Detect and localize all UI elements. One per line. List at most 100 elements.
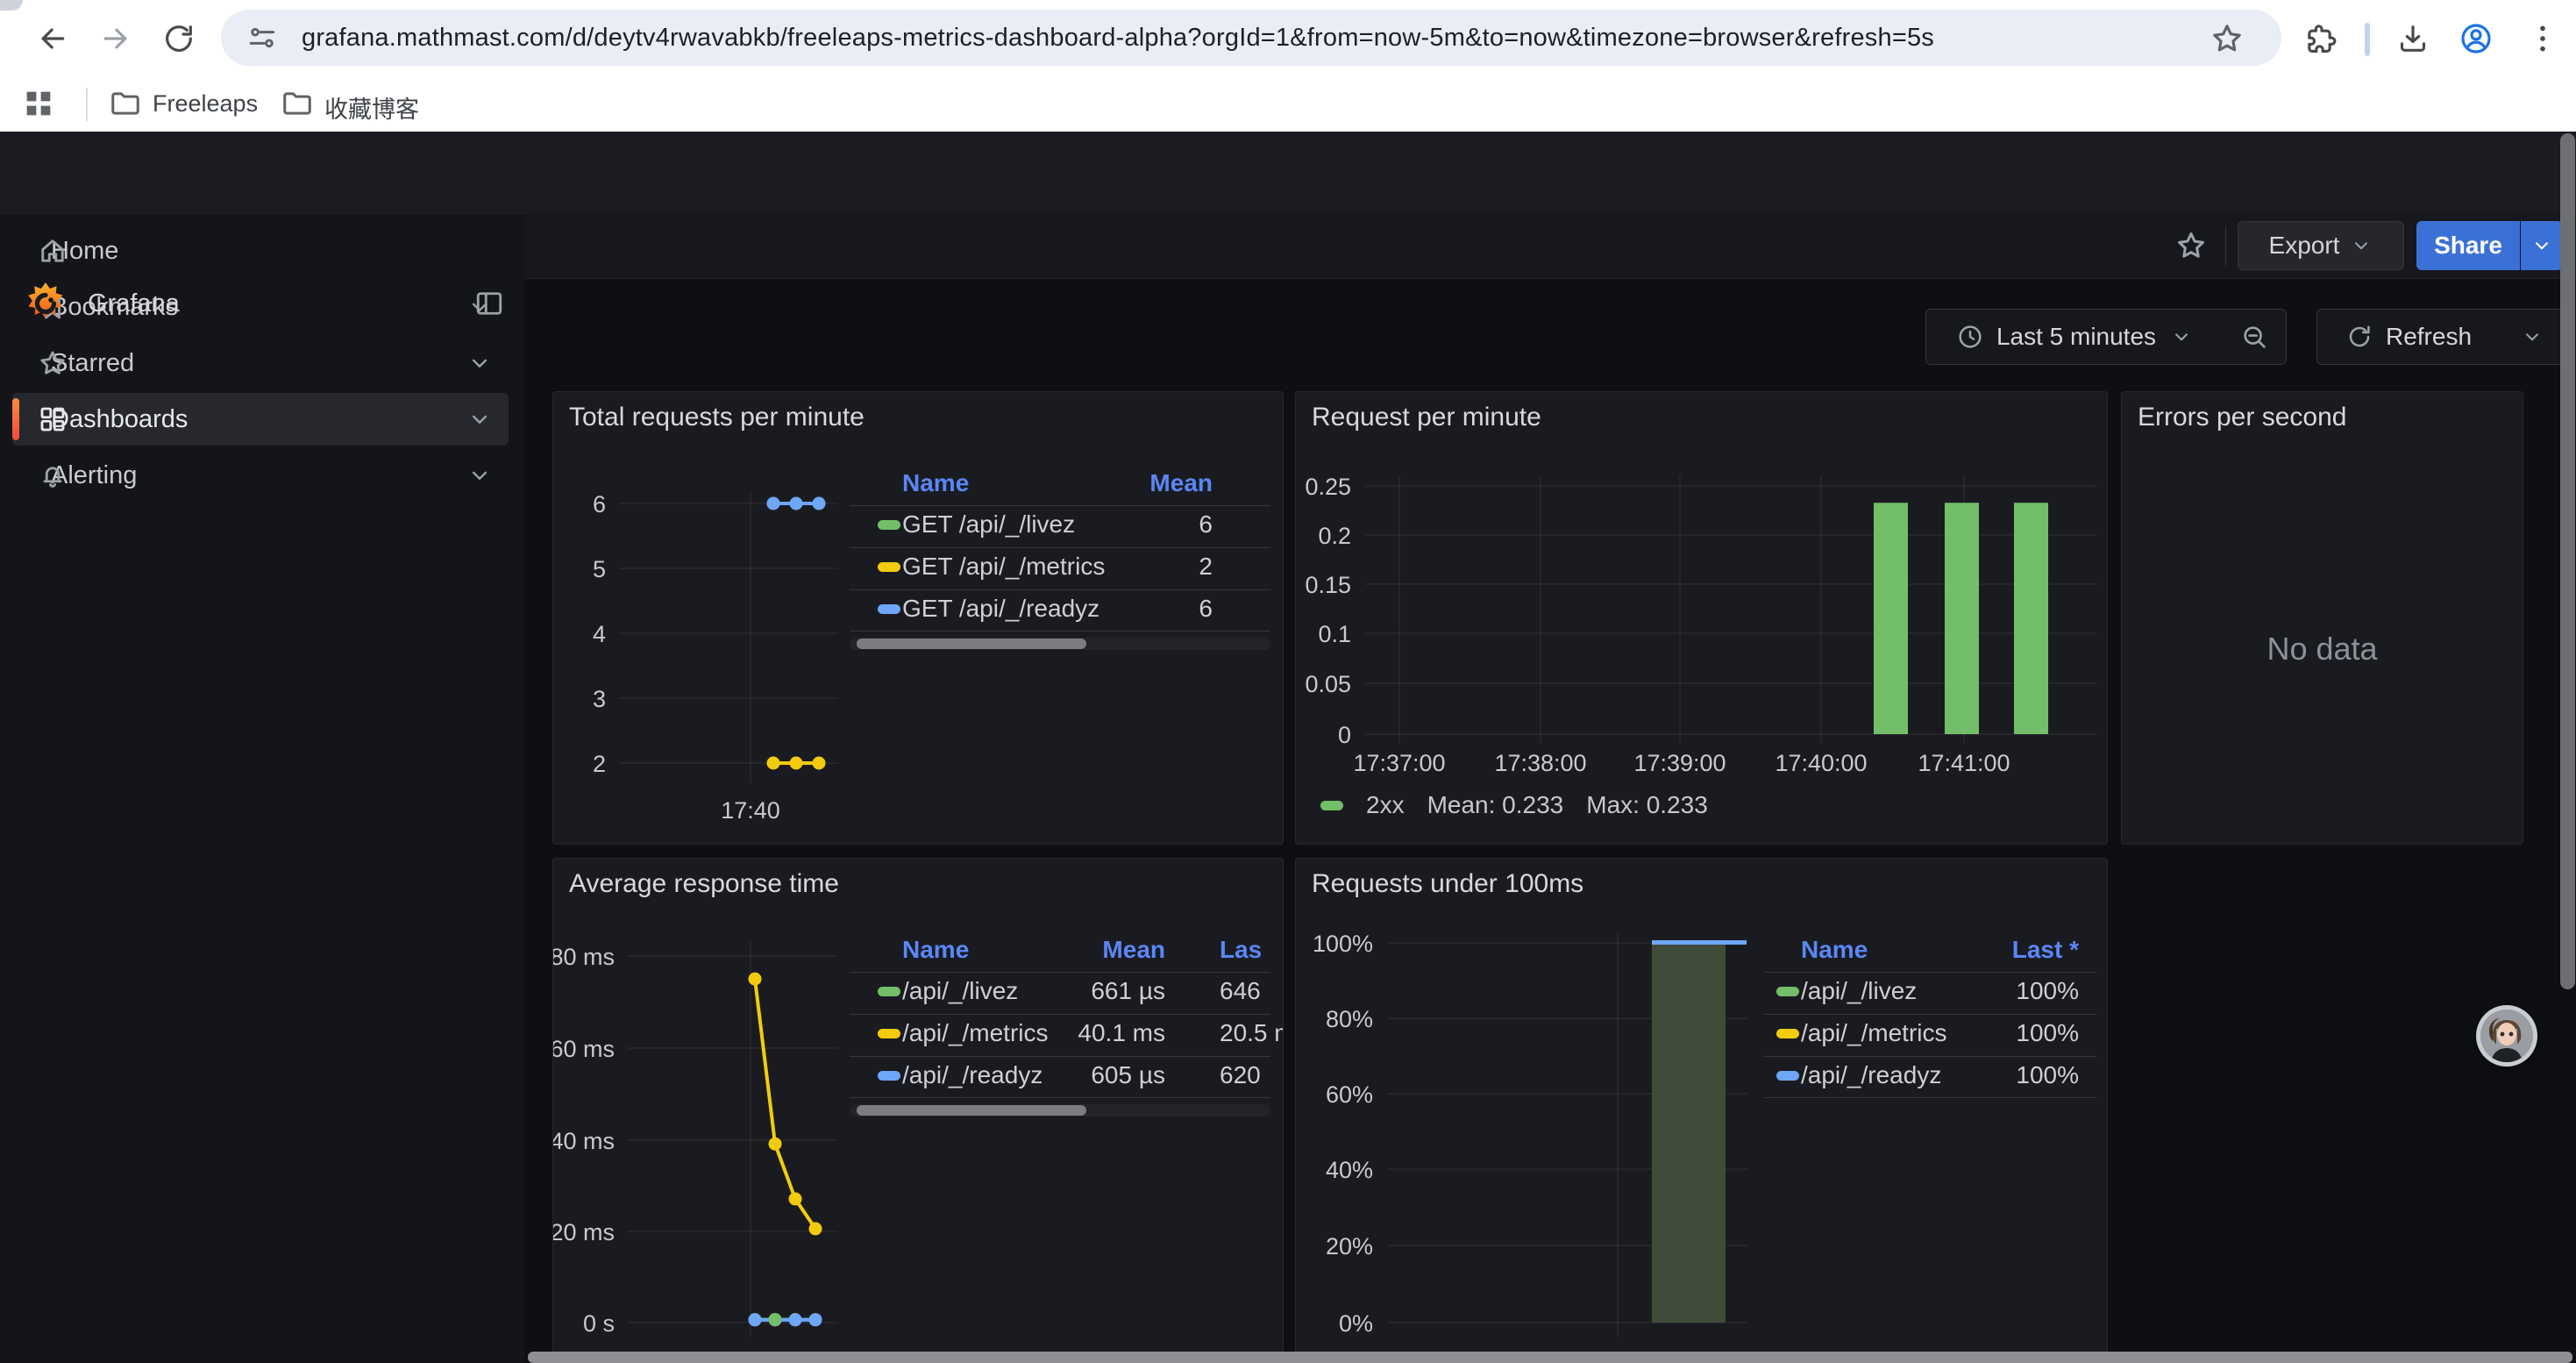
chevron-down-icon	[2350, 234, 2373, 257]
sidebar-item-label: Dashboards	[51, 405, 188, 434]
legend-column-header[interactable]: Name	[1801, 936, 1868, 964]
legend-series-name[interactable]: /api/_/livez	[902, 977, 1018, 1005]
legend-series-name[interactable]: /api/_/readyz	[1801, 1061, 1941, 1089]
panel-errors-per-second[interactable]: Errors per second No data	[2121, 391, 2523, 845]
svg-text:0.2: 0.2	[1318, 523, 1351, 549]
bookmarks-bar: Freeleaps 收藏博客	[0, 77, 2576, 132]
legend-series-mean: 40.1 ms	[1078, 1019, 1165, 1047]
chevron-down-icon[interactable]	[466, 350, 493, 376]
sidebar-collapse-icon[interactable]	[473, 288, 505, 319]
legend-item-2xx[interactable]: 2xx Mean: 0.233 Max: 0.233	[1320, 791, 1708, 819]
legend-separator	[850, 1097, 1270, 1098]
reload-icon[interactable]	[161, 21, 196, 56]
horizontal-scrollbar[interactable]	[528, 1352, 2572, 1363]
series-color-pill[interactable]	[1776, 987, 1799, 996]
legend-column-header[interactable]: Mean	[1149, 469, 1213, 497]
vertical-scrollbar[interactable]	[2560, 133, 2575, 989]
sidebar-item-home[interactable]: Home	[12, 225, 509, 277]
series-color-pill	[1320, 801, 1343, 810]
request-per-minute-plot: 0.250.20.150.10.05017:37:0017:38:0017:39…	[1296, 392, 2108, 845]
share-menu-button[interactable]	[2521, 221, 2563, 270]
chevron-down-icon[interactable]	[466, 406, 493, 432]
panel-request-per-minute[interactable]: Request per minute 0.250.20.150.10.05017…	[1295, 391, 2108, 845]
grafana-logo[interactable]	[23, 279, 68, 332]
sidebar-item-dashboards[interactable]: Dashboards	[12, 393, 509, 446]
svg-text:60 ms: 60 ms	[553, 1036, 615, 1062]
bookmark-star-icon[interactable]	[2210, 21, 2245, 56]
series-mean: Mean: 0.233	[1427, 791, 1564, 819]
legend-scrollbar-thumb[interactable]	[857, 1105, 1086, 1116]
pinned-extension-indicator	[2365, 23, 2370, 56]
chevron-down-icon	[2521, 325, 2544, 348]
download-icon[interactable]	[2395, 21, 2430, 56]
legend-series-name[interactable]: /api/_/metrics	[1801, 1019, 1947, 1047]
floating-assistant-avatar[interactable]	[2476, 1005, 2537, 1067]
legend-column-header[interactable]: Name	[902, 936, 969, 964]
url-text[interactable]: grafana.mathmast.com/d/deytv4rwavabkb/fr…	[302, 24, 1934, 53]
forward-icon[interactable]	[98, 21, 133, 56]
svg-text:5: 5	[593, 556, 606, 582]
site-info-icon[interactable]	[246, 21, 279, 54]
zoom-out-button[interactable]	[2223, 309, 2287, 365]
legend-separator	[1763, 1056, 2096, 1057]
legend-separator	[850, 1014, 1270, 1015]
sidebar-item-starred[interactable]: Starred	[12, 337, 509, 389]
panel-average-response-time[interactable]: Average response time 80 ms60 ms40 ms20 …	[552, 858, 1284, 1363]
svg-text:40 ms: 40 ms	[553, 1128, 615, 1154]
share-button[interactable]: Share	[2416, 221, 2520, 270]
chevron-down-icon[interactable]	[466, 462, 493, 489]
legend-series-mean: 2	[1199, 553, 1213, 581]
browser-toolbar: grafana.mathmast.com/d/deytv4rwavabkb/fr…	[0, 0, 2576, 132]
series-max: Max: 0.233	[1586, 791, 1708, 819]
svg-text:80 ms: 80 ms	[553, 944, 615, 970]
bookmark-folder-freeleaps[interactable]: Freeleaps	[153, 90, 258, 118]
refresh-button[interactable]: Refresh	[2316, 309, 2501, 365]
favorite-star-icon[interactable]	[2174, 229, 2208, 262]
legend-column-header[interactable]: Name	[902, 469, 969, 497]
bookmark-folder-blogs[interactable]: 收藏博客	[324, 90, 419, 125]
legend-separator	[1763, 972, 2096, 973]
series-color-pill[interactable]	[878, 520, 900, 530]
selected-accent-bar	[12, 398, 19, 440]
dashboard-actions-bar: Export Share	[524, 213, 2576, 279]
apps-grid-icon[interactable]	[21, 86, 56, 121]
svg-text:60%: 60%	[1326, 1081, 1373, 1108]
series-color-pill[interactable]	[878, 1071, 900, 1081]
legend-series-last: 646	[1220, 977, 1261, 1005]
profile-icon[interactable]	[2459, 21, 2494, 56]
sidebar-item-alerting[interactable]: Alerting	[12, 449, 509, 502]
legend-series-mean: 6	[1199, 510, 1213, 539]
export-button[interactable]: Export	[2238, 221, 2404, 270]
apps-icon	[37, 403, 68, 435]
series-color-pill[interactable]	[1776, 1071, 1799, 1081]
legend-series-name[interactable]: /api/_/readyz	[902, 1061, 1042, 1089]
refresh-interval-button[interactable]	[2500, 309, 2565, 365]
series-color-pill[interactable]	[878, 562, 900, 572]
legend-scrollbar-thumb[interactable]	[857, 639, 1086, 649]
legend-series-name[interactable]: /api/_/livez	[1801, 977, 1917, 1005]
series-color-pill[interactable]	[878, 604, 900, 614]
legend-column-header[interactable]: Last *	[2012, 936, 2079, 964]
sidebar-item-bookmarks[interactable]: Bookmarks	[12, 281, 509, 333]
series-color-pill[interactable]	[878, 987, 900, 996]
svg-text:0.25: 0.25	[1305, 474, 1351, 500]
panel-requests-under-100ms[interactable]: Requests under 100ms 100%80%60%40%20%0%1…	[1295, 858, 2108, 1363]
kebab-menu-icon[interactable]	[2525, 21, 2560, 56]
series-color-pill[interactable]	[878, 1029, 900, 1038]
tab-strip-corner	[0, 0, 23, 11]
extensions-puzzle-icon[interactable]	[2304, 21, 2339, 56]
legend-series-name[interactable]: GET /api/_/readyz	[902, 595, 1099, 623]
no-data-label: No data	[2122, 631, 2523, 667]
back-icon[interactable]	[35, 21, 70, 56]
legend-series-name[interactable]: GET /api/_/livez	[902, 510, 1075, 539]
series-color-pill[interactable]	[1776, 1029, 1799, 1038]
legend-column-header[interactable]: Las	[1220, 936, 1262, 964]
address-bar[interactable]: grafana.mathmast.com/d/deytv4rwavabkb/fr…	[221, 10, 2281, 66]
legend-series-last: 100%	[2016, 977, 2079, 1005]
panel-title[interactable]: Errors per second	[2138, 403, 2346, 432]
legend-column-header[interactable]: Mean	[1102, 936, 1165, 964]
legend-series-name[interactable]: GET /api/_/metrics	[902, 553, 1105, 581]
time-range-picker[interactable]: Last 5 minutes	[1925, 309, 2224, 365]
panel-total-requests-per-minute[interactable]: Total requests per minute 6543217:40 Nam…	[552, 391, 1284, 845]
legend-series-name[interactable]: /api/_/metrics	[902, 1019, 1049, 1047]
